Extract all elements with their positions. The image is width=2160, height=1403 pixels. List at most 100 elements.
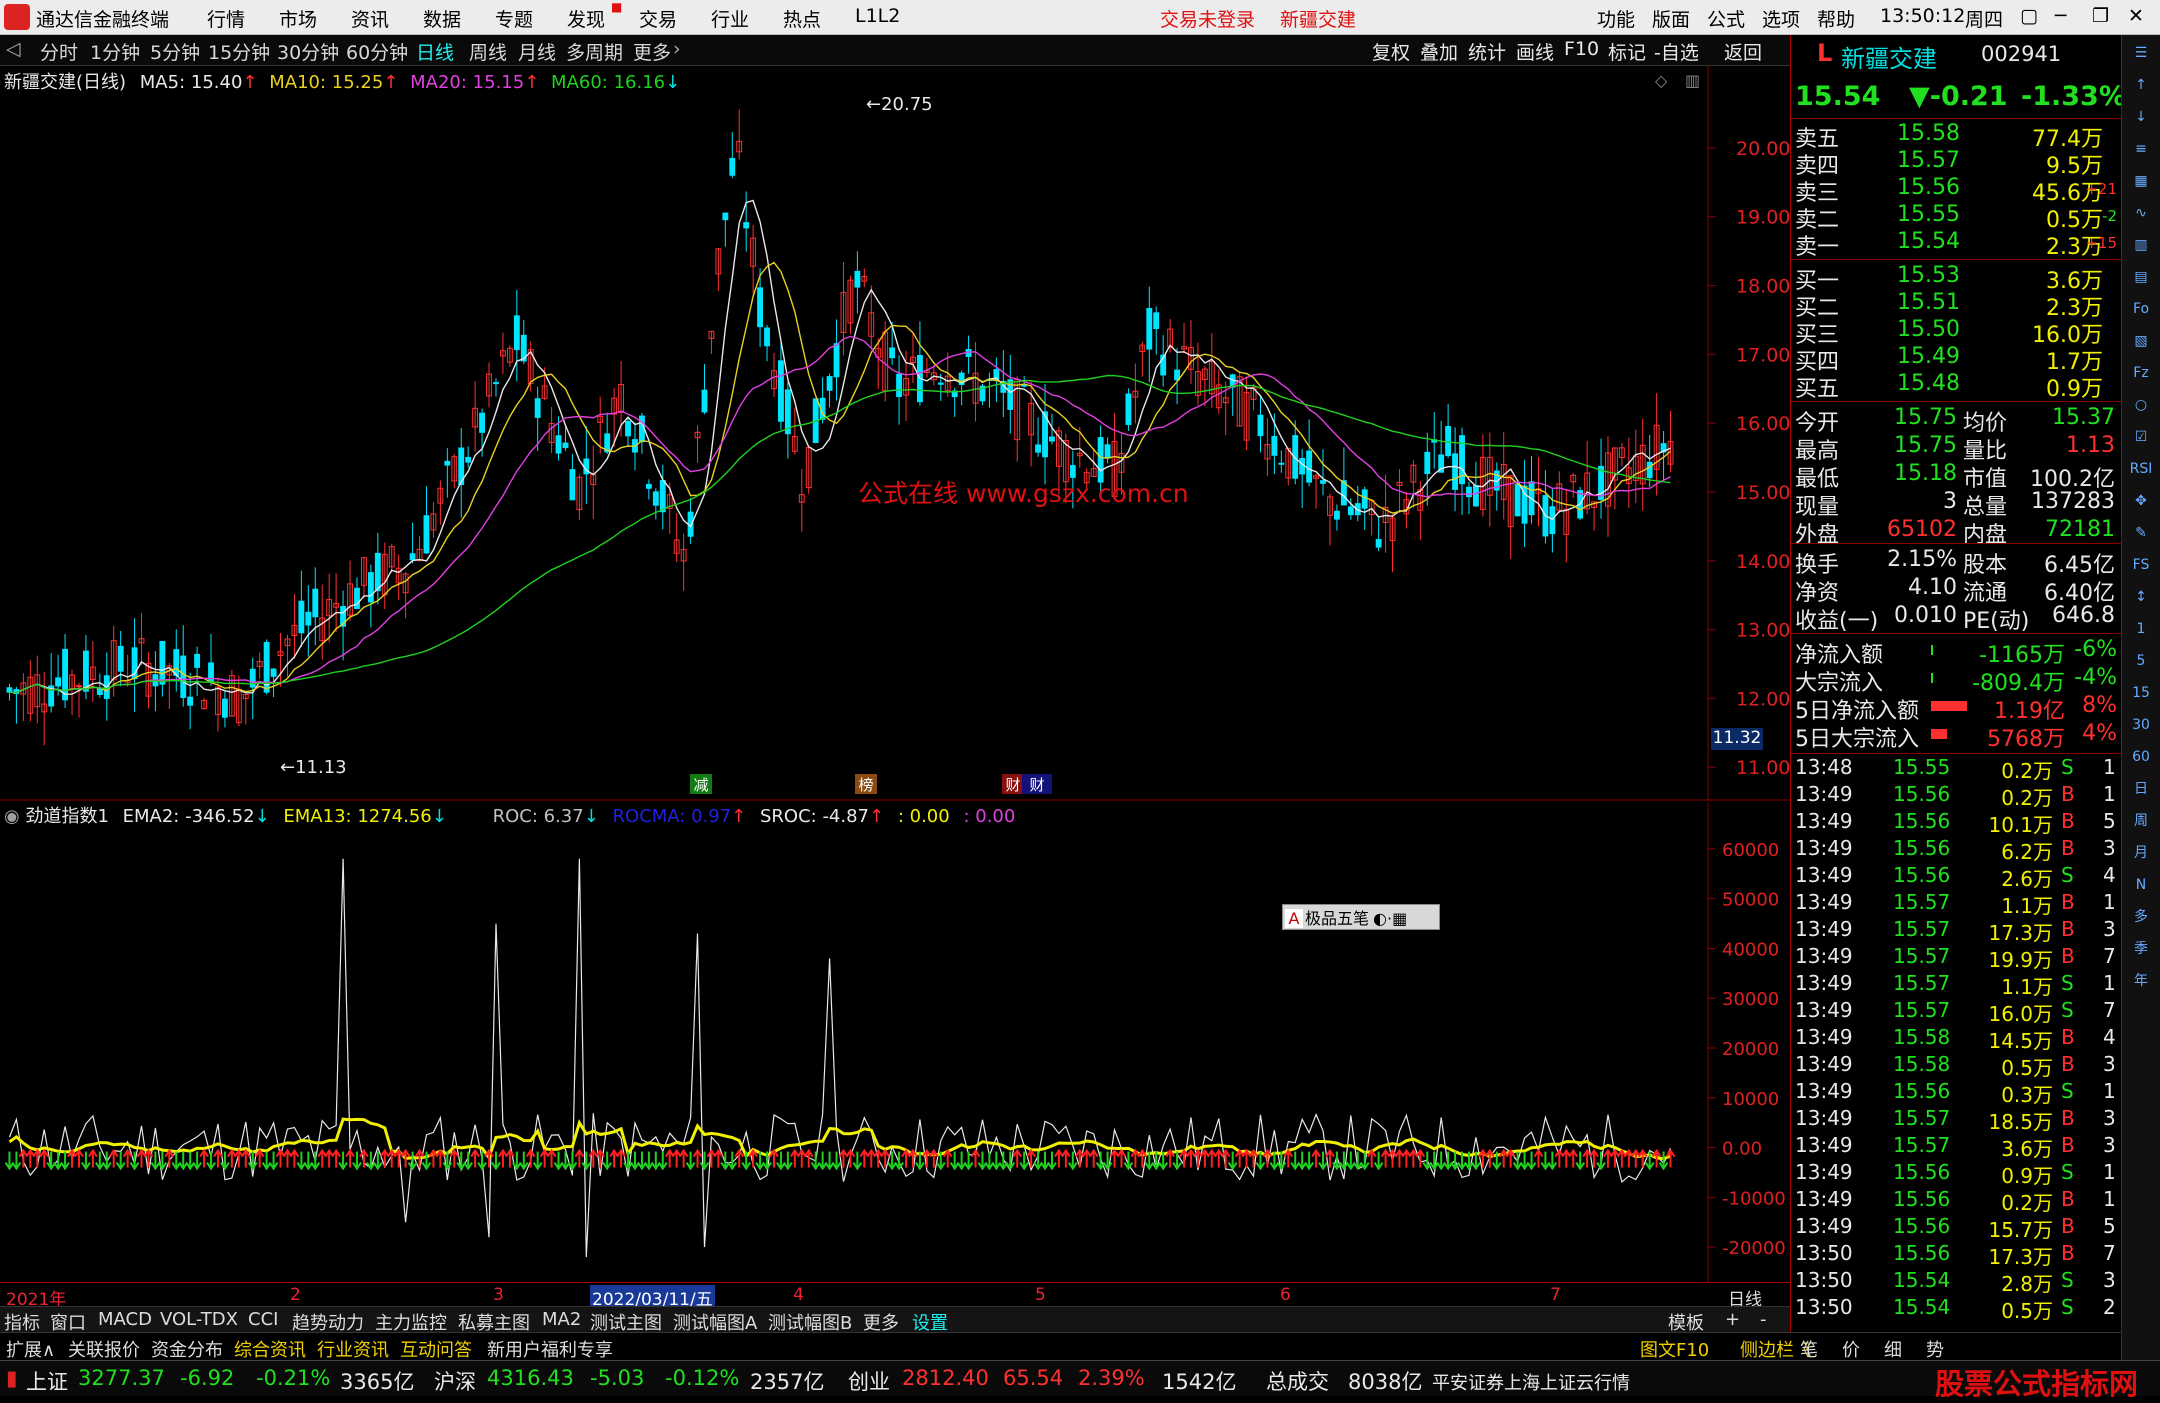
indicator-tab[interactable]: CCI	[248, 1309, 278, 1330]
info-tab[interactable]: 综合资讯	[234, 1336, 306, 1362]
sidebar-tool-icon[interactable]: N	[2126, 871, 2156, 899]
panel-tab[interactable]: 笔	[1800, 1336, 1818, 1362]
index-name[interactable]: 创业	[848, 1366, 890, 1396]
tick-row[interactable]: 13:49 15.58 14.5万 B 4	[1791, 1025, 2121, 1053]
tick-row[interactable]: 13:49 15.57 16.0万 S 7	[1791, 998, 2121, 1026]
period-tab[interactable]: 60分钟	[346, 38, 408, 65]
info-tab[interactable]: 关联报价	[68, 1336, 140, 1362]
collapse-icon[interactable]: ◉	[4, 806, 20, 827]
marker-badge[interactable]: 减	[690, 774, 712, 794]
sidebar-tool-icon[interactable]: 季	[2126, 935, 2156, 963]
sidebar-tool-icon[interactable]: ∿	[2126, 199, 2156, 227]
bid-row[interactable]: 买二 15.51 2.3万	[1791, 290, 2121, 321]
sidebar-tool-icon[interactable]: ✥	[2126, 487, 2156, 515]
tick-row[interactable]: 13:50 15.54 0.5万 S 2	[1791, 1295, 2121, 1323]
info-tab[interactable]: 新用户福利专享	[487, 1336, 613, 1362]
sidebar-tool-icon[interactable]: ☑	[2126, 423, 2156, 451]
add-button[interactable]: +	[1725, 1309, 1740, 1330]
menu-item[interactable]: 数据	[423, 5, 461, 32]
menu-item[interactable]: 资讯	[351, 5, 389, 32]
index-name[interactable]: 沪深	[434, 1366, 476, 1396]
sidebar-tool-icon[interactable]: 日	[2126, 775, 2156, 803]
tick-row[interactable]: 13:48 15.55 0.2万 S 1	[1791, 755, 2121, 783]
menu-item[interactable]: 公式	[1707, 5, 1745, 32]
candlestick-svg[interactable]: 20.00 19.00 18.00 17.00 16.00 15.00 14.00 13.00…	[0, 66, 1790, 801]
sidebar-tool-icon[interactable]: ↑	[2126, 71, 2156, 99]
remove-button[interactable]: -	[1760, 1309, 1767, 1330]
tool-button[interactable]: 返回	[1724, 38, 1762, 65]
indicator-tab[interactable]: MA2	[542, 1309, 581, 1330]
tick-row[interactable]: 13:49 15.56 6.2万 B 3	[1791, 836, 2121, 864]
menu-item[interactable]: L1L2	[855, 5, 900, 27]
sidebar-tool-icon[interactable]: ✎	[2126, 519, 2156, 547]
sidebar-tool-icon[interactable]: ▤	[2126, 263, 2156, 291]
info-tab[interactable]: 互动问答	[400, 1336, 472, 1362]
tick-row[interactable]: 13:50 15.56 17.3万 B 7	[1791, 1241, 2121, 1269]
chevron-right-icon[interactable]: ›	[673, 38, 681, 60]
marker-badge[interactable]: 榜	[855, 774, 877, 794]
sidebar-tool-icon[interactable]: ≡	[2126, 135, 2156, 163]
sidebar-tool-icon[interactable]: FS	[2126, 551, 2156, 579]
tick-row[interactable]: 13:49 15.56 0.3万 S 1	[1791, 1079, 2121, 1107]
tool-button[interactable]: 复权	[1372, 38, 1410, 65]
period-tab[interactable]: 周线	[469, 38, 507, 65]
ask-row[interactable]: 卖三 15.56 45.6万 +21	[1791, 175, 2121, 206]
sidebar-tool-icon[interactable]: Fz	[2126, 359, 2156, 387]
sidebar-tool-icon[interactable]: 5	[2126, 647, 2156, 675]
tick-row[interactable]: 13:49 15.56 15.7万 B 5	[1791, 1214, 2121, 1242]
tick-row[interactable]: 13:50 15.54 2.8万 S 3	[1791, 1268, 2121, 1296]
period-tab[interactable]: 分时	[40, 38, 78, 65]
bid-row[interactable]: 买五 15.48 0.9万	[1791, 371, 2121, 402]
tick-row[interactable]: 13:49 15.57 17.3万 B 3	[1791, 917, 2121, 945]
ime-toggle-icon[interactable]: ◐·▦	[1373, 909, 1407, 928]
tick-row[interactable]: 13:49 15.57 1.1万 S 1	[1791, 971, 2121, 999]
panel-tab[interactable]: 势	[1926, 1336, 1944, 1362]
menu-item[interactable]: 热点	[783, 5, 821, 32]
ask-row[interactable]: 卖一 15.54 2.3万 +15	[1791, 229, 2121, 260]
bid-row[interactable]: 买四 15.49 1.7万	[1791, 344, 2121, 375]
minimize-icon[interactable]: ─	[2055, 5, 2066, 27]
tool-button[interactable]: F10	[1564, 38, 1599, 60]
sidebar-tool-icon[interactable]: 15	[2126, 679, 2156, 707]
ask-row[interactable]: 卖五 15.58 77.4万	[1791, 121, 2121, 152]
period-tab[interactable]: 5分钟	[150, 38, 200, 65]
tool-button[interactable]: 叠加	[1420, 38, 1458, 65]
sidebar-tool-icon[interactable]: 1	[2126, 615, 2156, 643]
tick-row[interactable]: 13:49 15.56 0.9万 S 1	[1791, 1160, 2121, 1188]
trade-status[interactable]: 交易未登录	[1160, 5, 1255, 32]
info-tab[interactable]: 扩展∧	[6, 1336, 55, 1362]
marker-badge[interactable]: 财	[1002, 774, 1024, 794]
tick-row[interactable]: 13:49 15.57 18.5万 B 3	[1791, 1106, 2121, 1134]
indicator-svg[interactable]: 60000 50000 40000 30000 20000 10000 0.00 -10000…	[0, 802, 1790, 1282]
menu-item[interactable]: 交易	[639, 5, 677, 32]
period-tab[interactable]: 30分钟	[277, 38, 339, 65]
tick-row[interactable]: 13:49 15.56 2.6万 S 4	[1791, 863, 2121, 891]
sidebar-tool-icon[interactable]: ▧	[2126, 327, 2156, 355]
tick-row[interactable]: 13:49 15.56 10.1万 B 5	[1791, 809, 2121, 837]
sidebar-tool-icon[interactable]: 多	[2126, 903, 2156, 931]
period-tab[interactable]: 15分钟	[208, 38, 270, 65]
sidebar-tool-icon[interactable]: Fo	[2126, 295, 2156, 323]
period-tab[interactable]: 月线	[518, 38, 556, 65]
menu-item[interactable]: 选项	[1762, 5, 1800, 32]
sidebar-tool-icon[interactable]: 30	[2126, 711, 2156, 739]
panel-icon[interactable]: ▥	[1685, 71, 1700, 90]
period-tab[interactable]: 1分钟	[90, 38, 140, 65]
sidebar-tool-icon[interactable]: 周	[2126, 807, 2156, 835]
indicator-chart[interactable]: 60000 50000 40000 30000 20000 10000 0.00 -10000…	[0, 802, 1790, 1282]
bid-row[interactable]: 买三 15.50 16.0万	[1791, 317, 2121, 348]
info-tab[interactable]: 行业资讯	[317, 1336, 389, 1362]
sidebar-tool-icon[interactable]: ↓	[2126, 103, 2156, 131]
period-tab[interactable]: 更多	[633, 38, 671, 65]
sidebar-tool-icon[interactable]: ▥	[2126, 231, 2156, 259]
close-icon[interactable]: ✕	[2128, 5, 2144, 27]
tool-button[interactable]: -自选	[1654, 38, 1699, 65]
period-tab[interactable]: 多周期	[566, 38, 623, 65]
marker-badge-extra[interactable]: 财	[1022, 774, 1052, 794]
info-tab[interactable]: 资金分布	[151, 1336, 223, 1362]
sidebar-tool-icon[interactable]: 年	[2126, 967, 2156, 995]
tool-button[interactable]: 画线	[1516, 38, 1554, 65]
menu-item[interactable]: 帮助	[1817, 5, 1855, 32]
collapse-icon[interactable]: ◁	[6, 38, 21, 60]
sidebar-tool-icon[interactable]: RSI	[2126, 455, 2156, 483]
